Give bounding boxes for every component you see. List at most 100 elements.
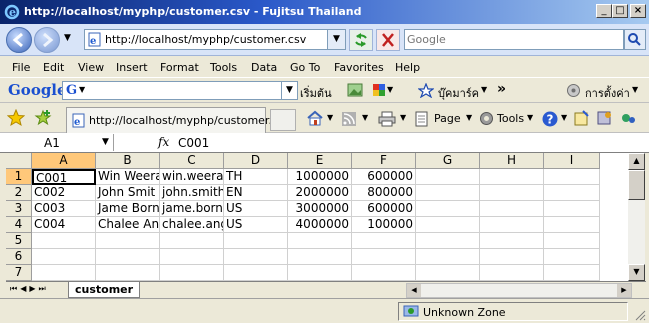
cell-e5[interactable] — [288, 233, 352, 249]
menu-favorites[interactable]: Favorites — [334, 61, 384, 74]
menu-goto[interactable]: Go To — [290, 61, 320, 74]
formula-input[interactable]: C001 — [178, 136, 209, 150]
google-search-button[interactable]: เริ่มต้น — [300, 84, 332, 102]
cell-e2[interactable]: 2000000 — [288, 185, 352, 201]
cell-h7[interactable] — [480, 265, 544, 281]
cell-g7[interactable] — [416, 265, 480, 281]
menu-tools[interactable]: Tools — [210, 61, 237, 74]
messenger-icon[interactable] — [596, 110, 613, 127]
cell-i1[interactable] — [544, 169, 600, 185]
cell-f1[interactable]: 600000 — [352, 169, 416, 185]
cell-i5[interactable] — [544, 233, 600, 249]
address-bar[interactable]: e http://localhost/myphp/customer.csv — [84, 29, 346, 50]
page-dropdown-icon[interactable]: ▼ — [466, 113, 472, 122]
function-icon[interactable]: fx — [158, 135, 169, 149]
scroll-right-button[interactable]: ▶ — [617, 284, 631, 297]
sheet-tab-customer[interactable]: customer — [68, 282, 140, 298]
scroll-left-button[interactable]: ◀ — [407, 284, 421, 297]
google-search-dropdown[interactable]: ▼ — [281, 82, 297, 99]
new-tab-button[interactable] — [270, 109, 296, 131]
menu-file[interactable]: File — [12, 61, 30, 74]
cell-c2[interactable]: john.smithe — [160, 185, 224, 201]
star-bookmark-icon[interactable] — [418, 83, 434, 98]
cell-h2[interactable] — [480, 185, 544, 201]
scroll-down-button[interactable]: ▼ — [628, 264, 645, 281]
cell-e6[interactable] — [288, 249, 352, 265]
page-menu-icon[interactable] — [415, 111, 429, 127]
column-header-g[interactable]: G — [416, 153, 480, 169]
cell-a5[interactable] — [32, 233, 96, 249]
row-header[interactable]: 4 — [6, 217, 32, 233]
vertical-scrollbar[interactable]: ▲ ▼ — [628, 153, 645, 281]
image-search-icon[interactable] — [347, 83, 363, 97]
cell-c1[interactable]: win.weerac — [160, 169, 224, 185]
column-header-b[interactable]: B — [96, 153, 160, 169]
menu-insert[interactable]: Insert — [116, 61, 148, 74]
cell-d3[interactable]: US — [224, 201, 288, 217]
cell-h4[interactable] — [480, 217, 544, 233]
back-button[interactable] — [6, 27, 32, 53]
cell-b2[interactable]: John Smit — [96, 185, 160, 201]
column-header-e[interactable]: E — [288, 153, 352, 169]
cell-a2[interactable]: C002 — [32, 185, 96, 201]
cell-c5[interactable] — [160, 233, 224, 249]
tools-gear-icon[interactable] — [478, 110, 495, 127]
cell-b3[interactable]: Jame Born — [96, 201, 160, 217]
name-box-dropdown-icon[interactable]: ▼ — [102, 137, 109, 147]
history-dropdown-icon[interactable]: ▼ — [64, 33, 71, 43]
news-dropdown-icon[interactable]: ▼ — [387, 85, 393, 94]
search-button[interactable] — [624, 29, 646, 50]
google-search-field[interactable]: G ▼ — [62, 81, 298, 100]
bookmarks-menu[interactable]: บุ๊คมาร์ค — [438, 84, 479, 102]
cell-e1[interactable]: 1000000 — [288, 169, 352, 185]
cell-e7[interactable] — [288, 265, 352, 281]
menu-data[interactable]: Data — [251, 61, 277, 74]
cell-g1[interactable] — [416, 169, 480, 185]
cell-f7[interactable] — [352, 265, 416, 281]
settings-dropdown-icon[interactable]: ▼ — [632, 85, 638, 94]
cell-i3[interactable] — [544, 201, 600, 217]
close-button[interactable]: × — [630, 4, 646, 18]
maximize-button[interactable]: □ — [612, 4, 628, 18]
search-box[interactable] — [404, 29, 624, 50]
cell-c6[interactable] — [160, 249, 224, 265]
news-icon[interactable] — [372, 83, 386, 97]
cell-g2[interactable] — [416, 185, 480, 201]
row-header[interactable]: 2 — [6, 185, 32, 201]
row-header[interactable]: 3 — [6, 201, 32, 217]
cell-g3[interactable] — [416, 201, 480, 217]
cell-a3[interactable]: C003 — [32, 201, 96, 217]
cell-i6[interactable] — [544, 249, 600, 265]
extension-icon[interactable] — [620, 110, 637, 127]
cell-g6[interactable] — [416, 249, 480, 265]
settings-menu[interactable]: การตั้งค่า — [585, 84, 630, 102]
cell-h5[interactable] — [480, 233, 544, 249]
cell-g4[interactable] — [416, 217, 480, 233]
cell-h3[interactable] — [480, 201, 544, 217]
cell-e4[interactable]: 4000000 — [288, 217, 352, 233]
cell-a4[interactable]: C004 — [32, 217, 96, 233]
cell-d2[interactable]: EN — [224, 185, 288, 201]
column-header-h[interactable]: H — [480, 153, 544, 169]
add-favorites-icon[interactable] — [34, 109, 52, 127]
cell-e3[interactable]: 3000000 — [288, 201, 352, 217]
cell-c4[interactable]: chalee.ang — [160, 217, 224, 233]
column-header-f[interactable]: F — [352, 153, 416, 169]
help-dropdown-icon[interactable]: ▼ — [561, 113, 567, 122]
name-box[interactable]: A1 ▼ — [4, 134, 114, 151]
help-icon[interactable]: ? — [541, 110, 559, 128]
scroll-up-button[interactable]: ▲ — [628, 153, 645, 170]
cell-a7[interactable] — [32, 265, 96, 281]
menu-format[interactable]: Format — [160, 61, 199, 74]
cell-i4[interactable] — [544, 217, 600, 233]
row-header[interactable]: 1 — [6, 169, 32, 185]
cell-f6[interactable] — [352, 249, 416, 265]
cell-d1[interactable]: TH — [224, 169, 288, 185]
cell-f5[interactable] — [352, 233, 416, 249]
cell-d6[interactable] — [224, 249, 288, 265]
cell-a1[interactable]: C001 — [32, 169, 96, 185]
print-icon[interactable] — [378, 111, 396, 127]
tools-dropdown-icon[interactable]: ▼ — [527, 113, 533, 122]
bookmarks-dropdown-icon[interactable]: ▼ — [481, 85, 487, 94]
cell-h1[interactable] — [480, 169, 544, 185]
